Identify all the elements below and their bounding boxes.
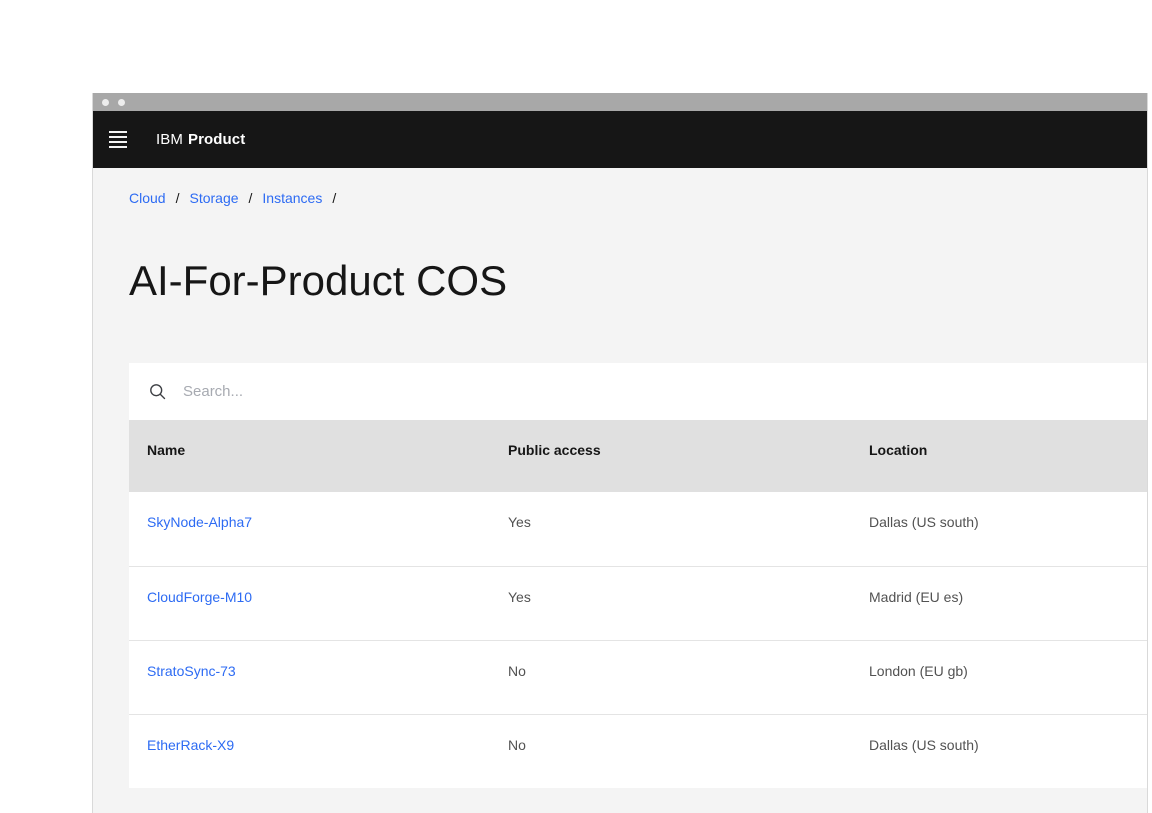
breadcrumb-link-cloud[interactable]: Cloud — [129, 189, 166, 207]
cell-location: London (EU gb) — [869, 663, 968, 679]
instance-link[interactable]: CloudForge-M10 — [147, 589, 252, 605]
search-input[interactable] — [183, 363, 1147, 420]
breadcrumb-link-storage[interactable]: Storage — [189, 189, 238, 207]
column-header-name: Name — [147, 442, 186, 458]
cell-location: Dallas (US south) — [869, 514, 979, 530]
cell-name: CloudForge-M10 — [129, 567, 490, 640]
table-row: EtherRack-X9 No Dallas (US south) — [129, 714, 1147, 788]
breadcrumb-link-instances[interactable]: Instances — [262, 189, 322, 207]
brand-link[interactable]: IBM Product — [156, 131, 245, 148]
cell-name: SkyNode-Alpha7 — [129, 492, 490, 566]
table-row: CloudForge-M10 Yes Madrid (EU es) — [129, 566, 1147, 640]
table-row: StratoSync-73 No London (EU gb) — [129, 640, 1147, 714]
breadcrumb: Cloud / Storage / Instances / — [129, 189, 1147, 207]
app-header: IBM Product — [93, 111, 1147, 168]
column-header-location: Location — [869, 442, 928, 458]
window-control-dot[interactable] — [118, 98, 125, 106]
instances-table: Name Public access Location SkyNode-Alph… — [129, 363, 1147, 788]
cell-name: EtherRack-X9 — [129, 715, 490, 788]
instance-link[interactable]: StratoSync-73 — [147, 663, 236, 679]
instance-link[interactable]: SkyNode-Alpha7 — [147, 514, 252, 530]
page: { "header": { "brand_prefix": "IBM", "br… — [0, 0, 1152, 813]
cell-name: StratoSync-73 — [129, 641, 490, 714]
cell-public-access: Yes — [508, 589, 531, 605]
table-row: SkyNode-Alpha7 Yes Dallas (US south) — [129, 492, 1147, 566]
table-header-row: Name Public access Location — [129, 420, 1147, 492]
breadcrumb-separator: / — [175, 190, 180, 206]
brand-prefix: IBM — [156, 131, 183, 148]
breadcrumb-separator: / — [248, 190, 253, 206]
hamburger-menu-icon[interactable] — [109, 131, 127, 148]
cell-public-access: No — [508, 663, 526, 679]
cell-public-access: No — [508, 737, 526, 753]
brand-product-name: Product — [187, 131, 246, 148]
app-window: IBM Product Cloud / Storage / Instances … — [92, 93, 1148, 813]
instance-link[interactable]: EtherRack-X9 — [147, 737, 234, 753]
cell-location: Dallas (US south) — [869, 737, 979, 753]
column-header-public-access: Public access — [508, 442, 601, 458]
breadcrumb-separator: / — [332, 190, 337, 206]
window-control-dot[interactable] — [102, 98, 109, 106]
page-title: AI-For-Product COS — [129, 257, 508, 304]
search-icon — [149, 383, 166, 400]
window-titlebar — [93, 93, 1147, 111]
content-area: Cloud / Storage / Instances / AI-For-Pro… — [93, 189, 1147, 788]
table-search-toolbar — [129, 363, 1147, 420]
cell-location: Madrid (EU es) — [869, 589, 964, 605]
cell-public-access: Yes — [508, 514, 531, 530]
